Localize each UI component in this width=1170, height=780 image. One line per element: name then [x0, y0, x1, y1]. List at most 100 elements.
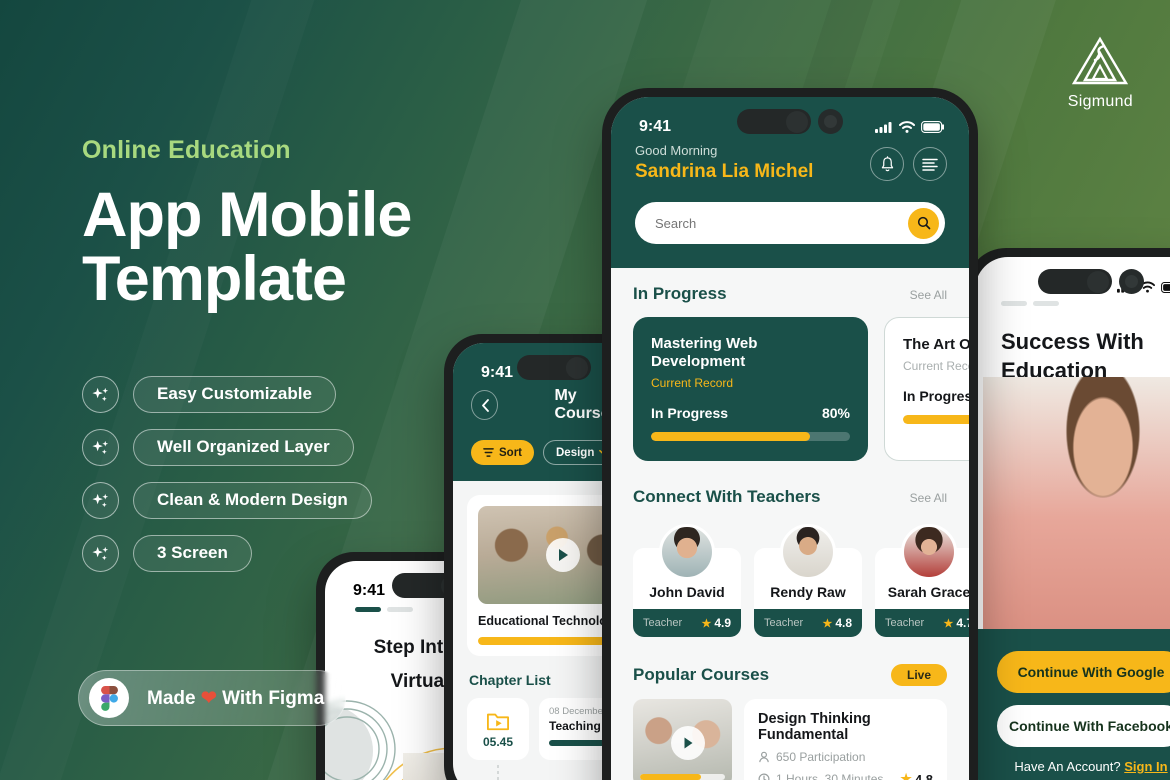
bell-icon[interactable] [870, 147, 904, 181]
battery-icon [1161, 281, 1170, 293]
avatar [901, 524, 957, 580]
chapter-duration-box: 05.45 [467, 698, 529, 760]
section-title: Popular Courses [633, 665, 770, 684]
in-progress-card[interactable]: Mastering Web Development Current Record… [633, 317, 868, 461]
teacher-meta: Teacher ★ 4.8 [754, 609, 862, 637]
chevron-left-icon[interactable] [471, 390, 499, 420]
see-all-in-progress[interactable]: See All [910, 288, 947, 302]
figma-text-after: With Figma [222, 687, 325, 709]
teacher-name: Sarah Grace [887, 584, 969, 600]
phone-mockup-auth: Success With Education Continue With Goo… [966, 248, 1170, 780]
pagination-dot-active[interactable] [355, 607, 381, 612]
hamburger-menu-icon[interactable] [913, 147, 947, 181]
clock-icon [758, 773, 770, 780]
status-time: 9:41 [639, 118, 672, 135]
feature-pill-3-screen: 3 Screen [133, 534, 252, 572]
phone-screen-home: 9:41 Good Morning Sandrina Lia Michel Se… [611, 97, 969, 780]
auth-illustration [983, 377, 1170, 647]
sparkle-icon [82, 375, 119, 413]
course-duration-rating: 1 Hours, 30 Minutes ★ 4.8 [758, 771, 933, 780]
auth-footer: Have An Account? Sign In [997, 759, 1170, 774]
figma-badge-text: Made ❤ With Figma [147, 687, 324, 710]
auth-footer-text: Have An Account? [1014, 759, 1121, 774]
teacher-card[interactable]: Sarah Grace Teacher ★ 4.7 [875, 524, 969, 637]
filter-icon [483, 448, 494, 457]
search-icon[interactable] [908, 207, 939, 239]
sparkle-icon [82, 428, 119, 466]
course-list-item[interactable]: Design Thinking Fundamental 650 Particip… [611, 699, 969, 780]
play-icon[interactable] [671, 726, 706, 760]
progress-status: In Progress [651, 405, 729, 421]
teacher-rating: ★ 4.7 [943, 616, 969, 630]
figma-icon [89, 678, 129, 718]
course-progress-meta: In Progress [903, 388, 969, 404]
course-thumbnail[interactable] [633, 699, 732, 780]
in-progress-section-header: In Progress See All [611, 284, 969, 304]
rating-value: 4.9 [714, 616, 731, 630]
play-icon[interactable] [546, 538, 581, 572]
search-bar[interactable] [635, 202, 945, 244]
avatar [659, 524, 715, 580]
rating-value: 4.7 [956, 616, 969, 630]
phone-screen-auth: Success With Education Continue With Goo… [975, 257, 1170, 780]
sort-chip[interactable]: Sort [471, 440, 534, 465]
course-progress-meta: In Progress 80% [651, 405, 850, 421]
feature-pill-clean-modern-design: Clean & Modern Design [133, 481, 372, 519]
mountain-logo-icon [1072, 36, 1129, 85]
continue-with-facebook-button[interactable]: Continue With Facebook [997, 705, 1170, 747]
star-icon: ★ [822, 617, 833, 630]
teacher-name: John David [649, 584, 725, 600]
section-title: Connect With Teachers [633, 487, 821, 506]
hero-title-line1: App Mobile [82, 180, 412, 250]
search-input[interactable] [655, 215, 908, 231]
in-progress-card-row[interactable]: Mastering Web Development Current Record… [611, 317, 969, 461]
status-time: 9:41 [353, 582, 386, 599]
live-badge[interactable]: Live [890, 664, 947, 686]
teacher-card-row[interactable]: John David Teacher ★ 4.9 Rendy Raw Teach… [611, 520, 969, 637]
teacher-meta: Teacher ★ 4.7 [875, 609, 969, 637]
star-icon: ★ [943, 617, 954, 630]
popular-courses-header: Popular Courses Live [611, 664, 969, 686]
rating-value: 4.8 [914, 771, 933, 780]
feature-pill-well-organized-layer: Well Organized Layer [133, 428, 354, 466]
teacher-card[interactable]: John David Teacher ★ 4.9 [633, 524, 741, 637]
page-title: App Mobile Template [82, 183, 602, 312]
progress-bar [903, 415, 969, 424]
cellular-icon [875, 122, 892, 133]
teacher-card[interactable]: Rendy Raw Teacher ★ 4.8 [754, 524, 862, 637]
progress-percent: 80% [821, 405, 850, 421]
course-title: Design Thinking Fundamental [758, 711, 871, 743]
brand-name: Sigmund [1067, 93, 1133, 110]
chapter-duration: 05.45 [482, 734, 514, 749]
sort-chip-label: Sort [499, 446, 522, 459]
feature-pill-easy-customizable: Easy Customizable [133, 375, 336, 413]
continue-with-google-button[interactable]: Continue With Google [997, 651, 1170, 693]
teacher-meta: Teacher ★ 4.9 [633, 609, 741, 637]
design-chip-label: Design [556, 446, 595, 459]
course-duration: 1 Hours, 30 Minutes [776, 772, 884, 780]
video-progress-bar [640, 774, 725, 780]
course-details: Design Thinking Fundamental 650 Particip… [744, 699, 947, 780]
star-icon: ★ [701, 617, 712, 630]
auth-title-line1: Success With [1001, 329, 1144, 354]
teacher-rating: ★ 4.8 [822, 616, 852, 630]
figma-text-before: Made [147, 687, 196, 709]
dynamic-island [737, 109, 843, 134]
wifi-icon [899, 121, 915, 133]
progress-bar [651, 432, 850, 441]
teacher-rating: ★ 4.9 [701, 616, 731, 630]
person-icon [759, 751, 769, 763]
course-subtitle: Current Record [903, 359, 969, 373]
participation-count: 650 Participation [776, 750, 866, 764]
pagination-dot[interactable] [387, 607, 413, 612]
teacher-role: Teacher [885, 617, 925, 629]
hero-eyebrow: Online Education [82, 136, 291, 164]
sign-in-link[interactable]: Sign In [1124, 759, 1167, 774]
status-time: 9:41 [481, 364, 514, 381]
teachers-section-header: Connect With Teachers See All [611, 487, 969, 507]
course-rating: ★ 4.8 [900, 771, 933, 780]
see-all-teachers[interactable]: See All [910, 491, 947, 505]
video-folder-icon [486, 713, 509, 730]
battery-icon [921, 121, 944, 133]
in-progress-card[interactable]: The Art Of Current Record In Progress [884, 317, 969, 461]
